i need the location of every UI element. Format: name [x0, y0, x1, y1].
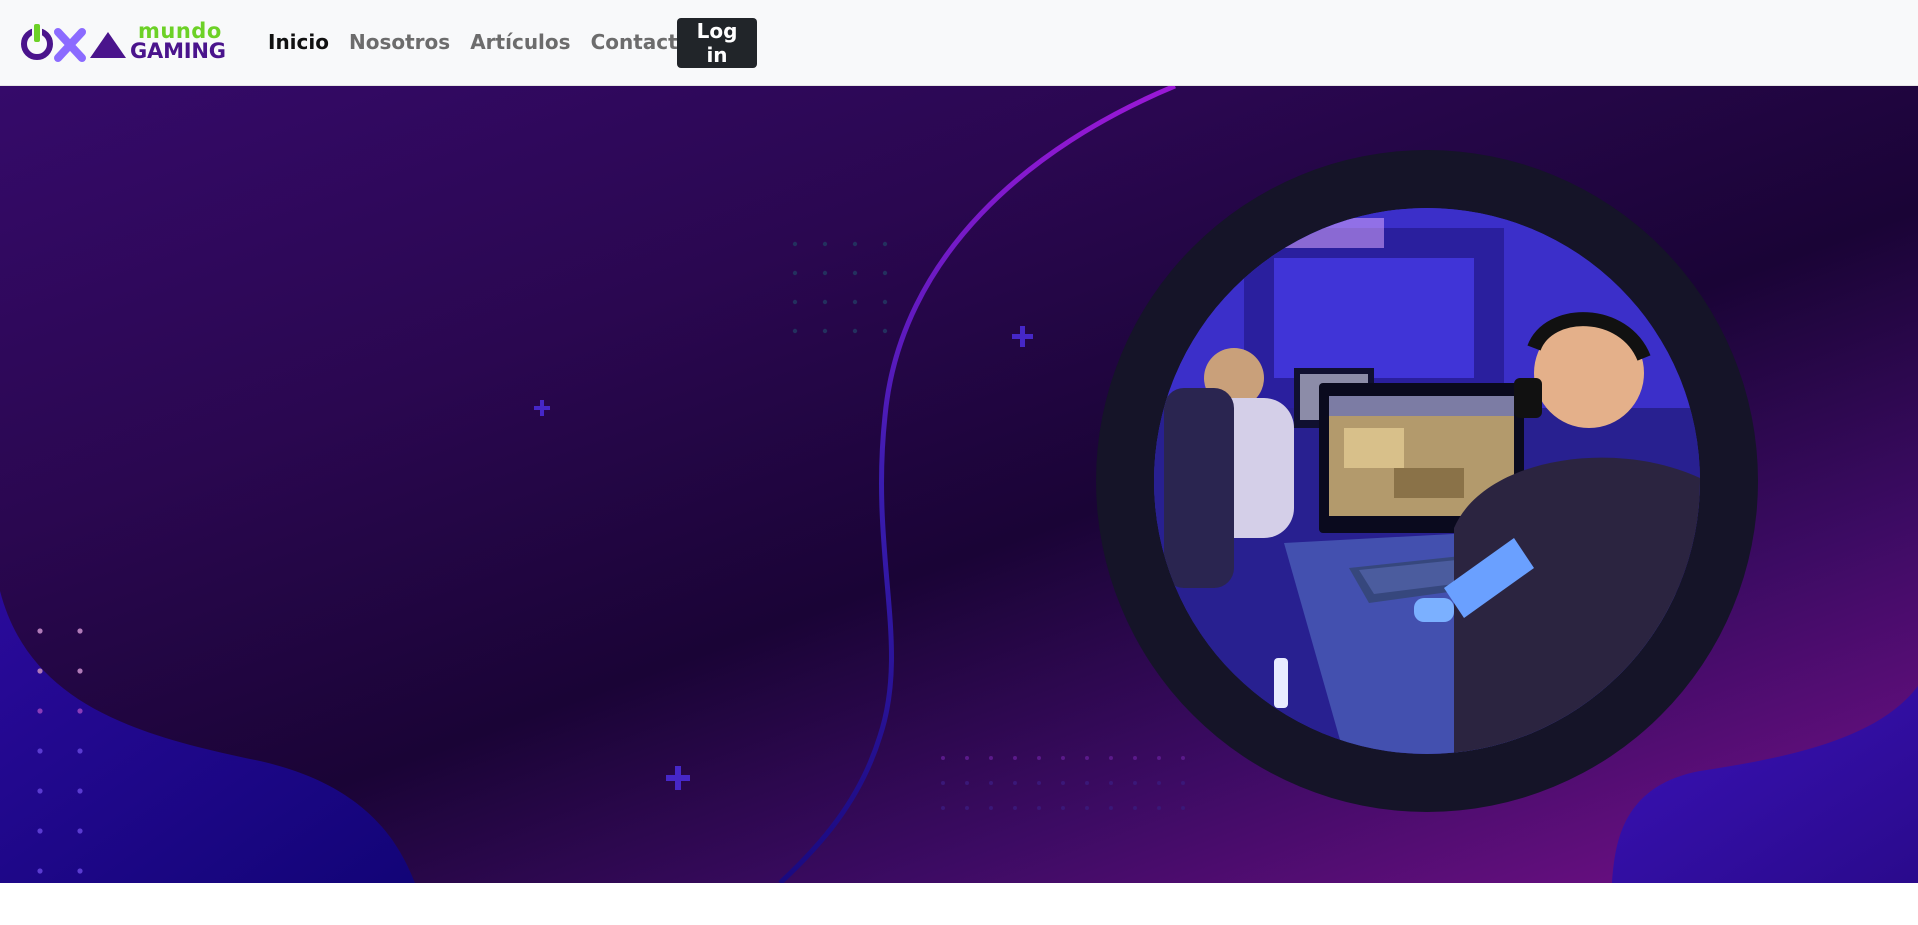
login-button[interactable]: Log in	[677, 18, 757, 68]
gamers-illustration-icon	[1154, 208, 1700, 754]
top-navbar: mundo GAMING Inicio Nosotros Artículos C…	[0, 0, 1918, 86]
hero-banner	[0, 86, 1918, 883]
mundo-gaming-logo[interactable]: mundo GAMING	[18, 20, 230, 64]
logo-text-gaming: GAMING	[130, 39, 226, 63]
hero-image-frame	[1096, 150, 1758, 812]
nav-link-inicio[interactable]: Inicio	[268, 26, 329, 58]
nav-link-articulos[interactable]: Artículos	[470, 26, 570, 58]
nav-link-nosotros[interactable]: Nosotros	[349, 26, 450, 58]
page-below-hero	[0, 883, 1918, 925]
controller-symbols-icon	[21, 22, 126, 62]
main-nav: Inicio Nosotros Artículos Contacto	[268, 26, 691, 58]
esports-gamers-photo	[1154, 208, 1700, 754]
